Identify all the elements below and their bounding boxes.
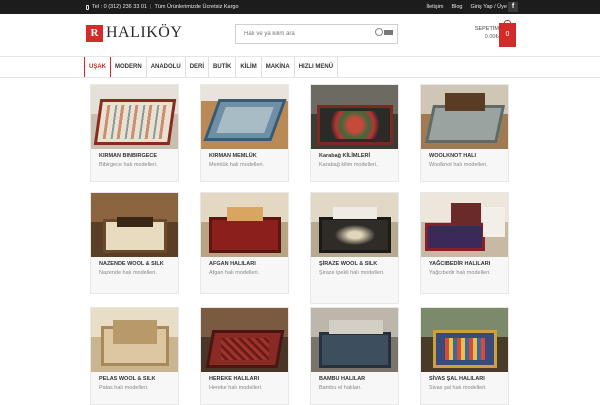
product-title: Karabağ KİLİMLERİ xyxy=(319,153,371,159)
product-image xyxy=(421,85,508,149)
site-logo[interactable]: R HALIKÖY xyxy=(86,24,182,42)
nav-item-kilim[interactable]: KİLİM xyxy=(236,57,262,77)
product-subtitle: Bibirgece halı modelleri. xyxy=(99,162,158,168)
contact-link[interactable]: İletişim xyxy=(426,4,443,10)
nav-item-butik[interactable]: BUTİK xyxy=(209,57,237,77)
product-image xyxy=(201,85,288,149)
product-subtitle: Nazende halı modelleri. xyxy=(99,270,157,276)
product-title: NAZENDE WOOL & SILK xyxy=(99,261,164,267)
product-card[interactable]: YAĞCIBEDİR HALILARI Yağcıbedir halı mode… xyxy=(420,192,509,294)
nav-item-makina[interactable]: MAKİNA xyxy=(262,57,295,77)
top-bar: Tel : 0 (312) 236 33 01 | Tüm Ürünlerimi… xyxy=(0,0,600,14)
product-title: AFGAN HALILARI xyxy=(209,261,256,267)
search-box xyxy=(235,24,398,44)
cart-count: 0 xyxy=(505,31,510,38)
product-subtitle: Hereke halı modelleri. xyxy=(209,385,263,391)
cart-label: SEPETİM xyxy=(474,26,499,32)
product-card[interactable]: KIRMAN BINBIRGECE Bibirgece halı modelle… xyxy=(90,84,179,182)
product-subtitle: Bambu el halıları. xyxy=(319,385,362,391)
site-header: R HALIKÖY SEPETİM 0.00₺ 0 xyxy=(0,14,600,56)
cart-amount: 0.00₺ xyxy=(484,34,499,40)
product-image xyxy=(421,308,508,372)
product-card[interactable]: AFGAN HALILARI Afgan halı modelleri. xyxy=(200,192,289,294)
product-image xyxy=(311,308,398,372)
product-image xyxy=(201,193,288,257)
product-subtitle: Şiraze ipekli halı modelleri. xyxy=(319,270,385,276)
product-title: SİVAS ŞAL HALILARI xyxy=(429,376,485,382)
product-image xyxy=(311,193,398,257)
phone-icon xyxy=(86,4,89,10)
logo-text: HALIKÖY xyxy=(106,24,183,41)
logo-mark-icon: R xyxy=(86,24,103,42)
product-title: BAMBU HALILAR xyxy=(319,376,366,382)
shipping-notice: Tüm Ürünlerimizde Ücretsiz Kargo xyxy=(154,4,239,10)
nav-item-anadolu[interactable]: ANADOLU xyxy=(147,57,186,77)
product-card[interactable]: HEREKE HALILARI Hereke halı modelleri. xyxy=(200,307,289,405)
search-button[interactable] xyxy=(375,28,393,36)
product-card[interactable]: BAMBU HALILAR Bambu el halıları. xyxy=(310,307,399,405)
product-card[interactable]: SİVAS ŞAL HALILARI Sivas şal halı modell… xyxy=(420,307,509,405)
product-title: WOOLKNOT HALI xyxy=(429,153,477,159)
product-subtitle: Memlük halı modelleri. xyxy=(209,162,265,168)
product-subtitle: Yağcıbedir halı modelleri. xyxy=(429,270,491,276)
product-image xyxy=(421,193,508,257)
search-icon xyxy=(375,28,383,36)
product-card[interactable]: PELAS WOOL & SILK Palas halı modelleri. xyxy=(90,307,179,405)
cart-summary[interactable]: SEPETİM 0.00₺ xyxy=(459,26,499,40)
shopping-bag-icon xyxy=(504,20,511,25)
nav-item-hizli-menu[interactable]: HIZLI MENÜ xyxy=(295,57,339,77)
nav-item-usak[interactable]: UŞAK xyxy=(84,57,112,77)
product-subtitle: Karabağ kilim modelleri. xyxy=(319,162,378,168)
product-card[interactable]: NAZENDE WOOL & SILK Nazende halı modelle… xyxy=(90,192,179,294)
product-card[interactable]: Karabağ KİLİMLERİ Karabağ kilim modeller… xyxy=(310,84,399,182)
search-input[interactable] xyxy=(236,25,374,43)
cart-button[interactable]: 0 xyxy=(499,20,516,47)
product-subtitle: Afgan halı modelleri. xyxy=(209,270,260,276)
product-image xyxy=(311,85,398,149)
facebook-icon[interactable]: f xyxy=(508,2,518,12)
product-title: YAĞCIBEDİR HALILARI xyxy=(429,261,491,267)
product-image xyxy=(201,308,288,372)
product-image xyxy=(91,85,178,149)
product-image xyxy=(91,308,178,372)
nav-item-deri[interactable]: DERİ xyxy=(186,57,210,77)
separator: | xyxy=(150,4,152,10)
product-card[interactable]: KIRMAN MEMLÜK Memlük halı modelleri. xyxy=(200,84,289,182)
top-bar-links: İletişim Blog Giriş Yap / Üye Ol xyxy=(426,4,514,10)
product-card[interactable]: WOOLKNOT HALI Woolknot halı modelleri. xyxy=(420,84,509,182)
product-title: PELAS WOOL & SILK xyxy=(99,376,156,382)
product-subtitle: Sivas şal halı modelleri. xyxy=(429,385,487,391)
main-nav: UŞAK MODERN ANADOLU DERİ BUTİK KİLİM MAK… xyxy=(0,56,600,78)
product-subtitle: Palas halı modelleri. xyxy=(99,385,149,391)
product-image xyxy=(91,193,178,257)
nav-item-modern[interactable]: MODERN xyxy=(111,57,147,77)
product-title: KIRMAN BINBIRGECE xyxy=(99,153,158,159)
blog-link[interactable]: Blog xyxy=(451,4,462,10)
phone-number: Tel : 0 (312) 236 33 01 xyxy=(92,4,148,10)
product-title: KIRMAN MEMLÜK xyxy=(209,153,257,159)
product-subtitle: Woolknot halı modelleri. xyxy=(429,162,488,168)
product-card[interactable]: ŞİRAZE WOOL & SILK Şiraze ipekli halı mo… xyxy=(310,192,399,304)
search-bar-icon xyxy=(384,29,393,35)
top-bar-contact: Tel : 0 (312) 236 33 01 | Tüm Ürünlerimi… xyxy=(86,4,239,10)
product-title: ŞİRAZE WOOL & SILK xyxy=(319,261,378,267)
product-title: HEREKE HALILARI xyxy=(209,376,260,382)
